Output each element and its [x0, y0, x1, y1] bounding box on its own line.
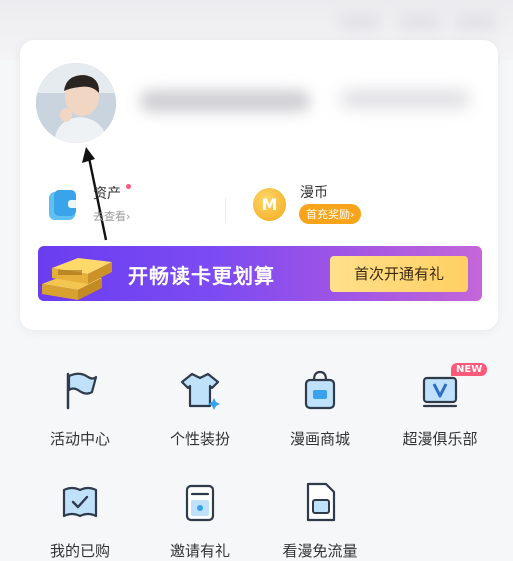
wallet-sub-text: 去查看 [93, 210, 126, 223]
divider [225, 198, 226, 222]
banner-title: 开畅读卡更划算 [128, 264, 275, 288]
gold-bars-icon [42, 258, 112, 300]
avatar-photo-icon [36, 63, 116, 143]
blurred-info [340, 90, 470, 108]
grid-label: 看漫免流量 [282, 542, 358, 560]
username-blurred [140, 90, 310, 112]
wallet-icon [49, 190, 78, 220]
new-badge: NEW [451, 363, 488, 376]
sim-card-icon [306, 482, 336, 522]
grid-label: 个性装扮 [169, 430, 230, 448]
asset-row: 资产 去查看› M 漫币 首充奖励› [20, 170, 498, 230]
flag-icon [66, 372, 98, 410]
grid-label: 漫画商城 [289, 430, 350, 448]
grid-item-personal-dressup[interactable]: 个性装扮 [150, 368, 250, 449]
first-charge-text: 首充奖励 [306, 208, 350, 221]
purchased-icon [62, 486, 98, 518]
grid-item-invite-gift[interactable]: 邀请有礼 [150, 480, 250, 561]
coin-icon: M [253, 188, 286, 221]
avatar[interactable] [36, 63, 116, 143]
grid-item-activity-center[interactable]: 活动中心 [30, 368, 130, 449]
grid-label: 邀请有礼 [169, 542, 230, 560]
wallet-title: 资产 [93, 186, 121, 202]
first-charge-badge[interactable]: 首充奖励› [299, 204, 362, 224]
chevron-right-icon: › [126, 210, 131, 223]
wallet-subtitle: 去查看› [93, 208, 130, 224]
coin-title: 漫币 [300, 185, 328, 201]
shopping-bag-icon [304, 370, 336, 410]
invite-gift-icon [185, 484, 215, 522]
tshirt-icon [180, 372, 220, 410]
red-dot-badge [126, 184, 131, 189]
grid-item-comic-mall[interactable]: 漫画商城 [270, 368, 370, 449]
vip-banner[interactable]: 开畅读卡更划算 首次开通有礼 [38, 246, 482, 301]
grid-label: 我的已购 [49, 542, 110, 560]
grid-label: 活动中心 [49, 430, 110, 448]
grid-item-super-comic-club[interactable]: 超漫俱乐部 [390, 368, 490, 449]
chevron-right-icon: › [350, 208, 355, 221]
first-open-gift-button[interactable]: 首次开通有礼 [330, 256, 468, 292]
grid-item-free-data[interactable]: 看漫免流量 [270, 480, 370, 561]
grid-item-my-purchased[interactable]: 我的已购 [30, 480, 130, 561]
grid-label: 超漫俱乐部 [402, 430, 478, 448]
